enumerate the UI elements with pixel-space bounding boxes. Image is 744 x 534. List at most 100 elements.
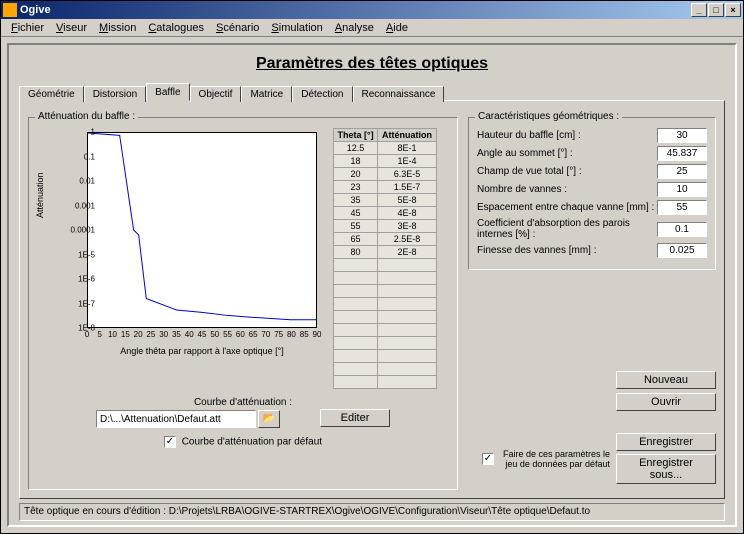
param-value[interactable]: 45.837 bbox=[657, 146, 707, 161]
x-tick: 60 bbox=[236, 330, 245, 339]
param-label: Espacement entre chaque vanne [mm] : bbox=[477, 202, 657, 213]
y-tick: 0.1 bbox=[55, 152, 95, 161]
browse-button[interactable]: 📂 bbox=[258, 410, 280, 428]
x-tick: 0 bbox=[85, 330, 89, 339]
x-tick: 80 bbox=[287, 330, 296, 339]
attenuation-table-wrap: Theta [°]Atténuation 12.58E-1181E-4206.3… bbox=[333, 128, 437, 389]
y-tick: 1E-6 bbox=[55, 275, 95, 284]
param-value[interactable]: 10 bbox=[657, 182, 707, 197]
x-tick: 25 bbox=[146, 330, 155, 339]
table-row bbox=[334, 337, 437, 350]
default-curve-checkbox[interactable]: ✓ bbox=[164, 436, 176, 448]
param-label: Coefficient d'absorption des parois inte… bbox=[477, 218, 657, 240]
attenuation-chart: Atténuation 10.10.010.0010.00011E-51E-61… bbox=[37, 128, 327, 358]
default-curve-label: Courbe d'atténuation par défaut bbox=[182, 437, 322, 448]
close-button[interactable]: × bbox=[725, 3, 741, 17]
x-tick: 40 bbox=[185, 330, 194, 339]
param-value[interactable]: 30 bbox=[657, 128, 707, 143]
table-row bbox=[334, 298, 437, 311]
geometry-fieldset: Caractéristiques géométriques : Hauteur … bbox=[468, 117, 716, 270]
attenuation-fieldset: Atténuation du baffle : Atténuation bbox=[28, 117, 458, 490]
table-row: 454E-8 bbox=[334, 207, 437, 220]
menu-scénario[interactable]: Scénario bbox=[210, 22, 265, 34]
titlebar: Ogive _ □ × bbox=[1, 1, 743, 19]
y-tick: 1 bbox=[55, 128, 95, 137]
table-row: 553E-8 bbox=[334, 220, 437, 233]
saveas-button[interactable]: Enregistrer sous... bbox=[616, 454, 716, 484]
table-row: 355E-8 bbox=[334, 194, 437, 207]
geometry-legend: Caractéristiques géométriques : bbox=[475, 111, 622, 122]
tab-distorsion[interactable]: Distorsion bbox=[84, 86, 146, 102]
tab-objectif[interactable]: Objectif bbox=[190, 86, 242, 102]
new-button[interactable]: Nouveau bbox=[616, 371, 716, 389]
edit-button[interactable]: Editer bbox=[320, 409, 390, 427]
minimize-button[interactable]: _ bbox=[691, 3, 707, 17]
x-tick: 45 bbox=[198, 330, 207, 339]
param-value[interactable]: 0.025 bbox=[657, 243, 707, 258]
table-row: 231.5E-7 bbox=[334, 181, 437, 194]
param-row: Angle au sommet [°] :45.837 bbox=[477, 146, 707, 161]
default-dataset-checkbox[interactable]: ✓ bbox=[482, 453, 494, 465]
param-row: Coefficient d'absorption des parois inte… bbox=[477, 218, 707, 240]
table-row bbox=[334, 324, 437, 337]
menu-viseur[interactable]: Viseur bbox=[50, 22, 93, 34]
window-title: Ogive bbox=[20, 4, 690, 16]
param-label: Nombre de vannes : bbox=[477, 184, 657, 195]
table-row bbox=[334, 285, 437, 298]
param-value[interactable]: 0.1 bbox=[657, 222, 707, 237]
page-title: Paramètres des têtes optiques bbox=[19, 55, 725, 73]
tab-reconnaissance[interactable]: Reconnaissance bbox=[353, 86, 445, 102]
x-tick: 5 bbox=[98, 330, 102, 339]
maximize-button[interactable]: □ bbox=[708, 3, 724, 17]
y-tick: 1E-7 bbox=[55, 299, 95, 308]
chart-xlabel: Angle thêta par rapport à l'axe optique … bbox=[87, 346, 317, 356]
x-tick: 20 bbox=[134, 330, 143, 339]
chart-plot-area bbox=[87, 132, 317, 328]
x-tick: 70 bbox=[261, 330, 270, 339]
table-row bbox=[334, 363, 437, 376]
param-value[interactable]: 55 bbox=[657, 200, 707, 215]
y-tick: 0.001 bbox=[55, 201, 95, 210]
x-tick: 55 bbox=[223, 330, 232, 339]
table-row: 802E-8 bbox=[334, 246, 437, 259]
x-tick: 15 bbox=[121, 330, 130, 339]
save-button[interactable]: Enregistrer bbox=[616, 433, 716, 451]
table-row bbox=[334, 350, 437, 363]
tab-strip: GéométrieDistorsionBaffleObjectifMatrice… bbox=[19, 83, 725, 101]
param-label: Hauteur du baffle [cm] : bbox=[477, 130, 657, 141]
open-button[interactable]: Ouvrir bbox=[616, 393, 716, 411]
table-row bbox=[334, 311, 437, 324]
tab-détection[interactable]: Détection bbox=[292, 86, 352, 102]
attenuation-table: Theta [°]Atténuation 12.58E-1181E-4206.3… bbox=[333, 128, 437, 389]
menu-catalogues[interactable]: Catalogues bbox=[142, 22, 210, 34]
app-window: Ogive _ □ × FichierViseurMissionCatalogu… bbox=[0, 0, 744, 534]
main-panel: Paramètres des têtes optiques GéométrieD… bbox=[7, 43, 737, 527]
tab-baffle[interactable]: Baffle bbox=[146, 83, 189, 101]
param-row: Hauteur du baffle [cm] :30 bbox=[477, 128, 707, 143]
table-row: 652.5E-8 bbox=[334, 233, 437, 246]
x-tick: 75 bbox=[274, 330, 283, 339]
param-label: Champ de vue total [°] : bbox=[477, 166, 657, 177]
param-value[interactable]: 25 bbox=[657, 164, 707, 179]
menu-simulation[interactable]: Simulation bbox=[265, 22, 328, 34]
menu-fichier[interactable]: Fichier bbox=[5, 22, 50, 34]
table-row bbox=[334, 376, 437, 389]
chart-ylabel: Atténuation bbox=[35, 172, 45, 218]
curve-label: Courbe d'atténuation : bbox=[37, 397, 449, 408]
menu-aide[interactable]: Aide bbox=[380, 22, 414, 34]
tab-matrice[interactable]: Matrice bbox=[241, 86, 292, 102]
tab-géométrie[interactable]: Géométrie bbox=[19, 86, 84, 102]
status-bar: Tête optique en cours d'édition : D:\Pro… bbox=[19, 503, 725, 521]
param-row: Champ de vue total [°] :25 bbox=[477, 164, 707, 179]
menu-mission[interactable]: Mission bbox=[93, 22, 142, 34]
param-row: Espacement entre chaque vanne [mm] :55 bbox=[477, 200, 707, 215]
action-buttons: Nouveau Ouvrir ✓ Faire de ces paramètres… bbox=[468, 371, 716, 484]
param-label: Angle au sommet [°] : bbox=[477, 148, 657, 159]
x-tick: 10 bbox=[108, 330, 117, 339]
x-tick: 90 bbox=[313, 330, 322, 339]
attenuation-path-input[interactable] bbox=[96, 410, 256, 428]
x-tick: 35 bbox=[172, 330, 181, 339]
client-area: Paramètres des têtes optiques GéométrieD… bbox=[1, 37, 743, 533]
menu-analyse[interactable]: Analyse bbox=[329, 22, 380, 34]
table-row bbox=[334, 272, 437, 285]
